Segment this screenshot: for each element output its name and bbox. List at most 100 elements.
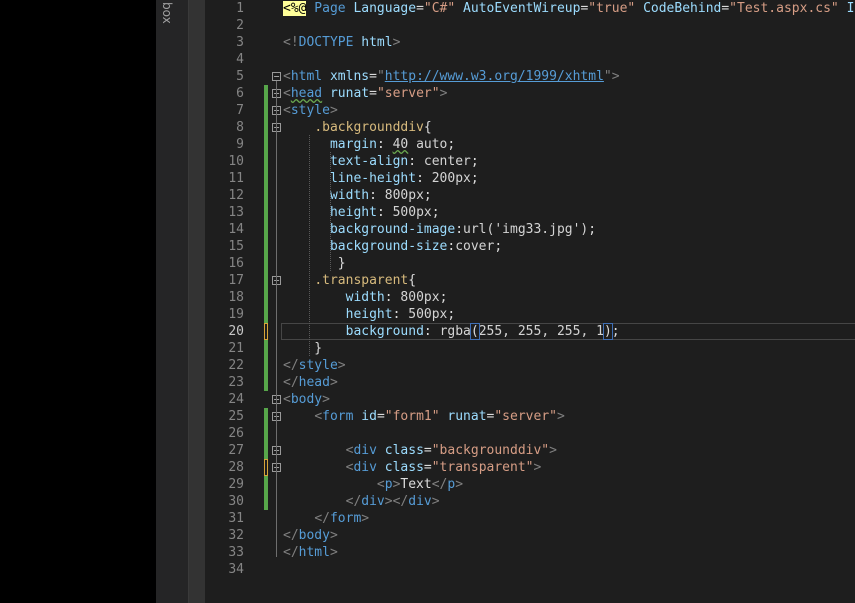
code-line[interactable]: 1 <%@ Page Language="C#" AutoEventWireup=…: [205, 0, 855, 17]
code-line[interactable]: 21 }: [205, 340, 855, 357]
code-line[interactable]: 3 <!DOCTYPE html>: [205, 34, 855, 51]
code-text: background: rgba(255, 255, 255, 1);: [345, 323, 620, 340]
code-line[interactable]: 18 width: 800px;: [205, 289, 855, 306]
change-tracking-marker: [264, 119, 268, 136]
code-text: <%@ Page Language="C#" AutoEventWireup="…: [283, 1, 855, 16]
code-text: <div class="transparent">: [345, 460, 542, 475]
line-number: 17: [228, 273, 244, 288]
line-number: 11: [228, 171, 244, 186]
line-number: 32: [228, 528, 244, 543]
line-number: 8: [236, 120, 244, 135]
line-number: 33: [228, 545, 244, 560]
line-number: 13: [228, 205, 244, 220]
code-line[interactable]: 28− <div class="transparent">: [205, 459, 855, 476]
change-tracking-marker: [264, 102, 268, 119]
code-text: <div class="backgrounddiv">: [345, 443, 557, 458]
code-line[interactable]: 6−<head runat="server">: [205, 85, 855, 102]
code-line[interactable]: 20 background: rgba(255, 255, 255, 1);: [205, 323, 855, 340]
line-number: 29: [228, 477, 244, 492]
code-line[interactable]: 7−<style>: [205, 102, 855, 119]
change-tracking-marker: [264, 493, 268, 510]
line-number: 5: [236, 69, 244, 84]
change-tracking-marker: [264, 85, 268, 102]
code-line[interactable]: 9 margin: 40 auto;: [205, 136, 855, 153]
change-tracking-marker: [264, 374, 268, 391]
code-text: background-size:cover;: [329, 239, 503, 254]
code-text: <form id="form1" runat="server">: [314, 409, 565, 424]
line-number: 28: [228, 460, 244, 475]
line-number: 10: [228, 154, 244, 169]
code-line[interactable]: 25− <form id="form1" runat="server">: [205, 408, 855, 425]
toolbox-tab-label[interactable]: box: [160, 2, 174, 24]
toolbox-panel-tab[interactable]: [156, 0, 189, 603]
code-line[interactable]: 16 }: [205, 255, 855, 272]
code-line[interactable]: 13 height: 500px;: [205, 204, 855, 221]
code-line[interactable]: 11 line-height: 200px;: [205, 170, 855, 187]
code-line[interactable]: 33 </html>: [205, 544, 855, 561]
code-line[interactable]: 29 <p>Text</p>: [205, 476, 855, 493]
change-tracking-marker: [264, 306, 268, 323]
code-text: <head runat="server">: [283, 86, 448, 101]
code-line[interactable]: 15 background-size:cover;: [205, 238, 855, 255]
code-text: <body>: [283, 392, 330, 407]
editor-indicator-margin: [189, 0, 205, 603]
change-tracking-marker: [264, 255, 268, 272]
code-text: width: 800px;: [345, 290, 448, 305]
code-editor[interactable]: 1 <%@ Page Language="C#" AutoEventWireup=…: [205, 0, 855, 603]
change-tracking-marker: [264, 136, 268, 153]
change-tracking-marker: [264, 221, 268, 238]
code-line[interactable]: 19 height: 500px;: [205, 306, 855, 323]
change-tracking-marker: [264, 238, 268, 255]
code-text: </div></div>: [345, 494, 440, 509]
change-tracking-marker: [264, 459, 268, 476]
code-line[interactable]: 10 text-align: center;: [205, 153, 855, 170]
change-tracking-marker: [264, 323, 268, 340]
change-tracking-marker: [264, 289, 268, 306]
change-tracking-marker: [264, 442, 268, 459]
code-text: text-align: center;: [329, 154, 479, 169]
code-text: .transparent{: [314, 273, 417, 288]
code-line[interactable]: 32 </body>: [205, 527, 855, 544]
code-line[interactable]: 31 </form>: [205, 510, 855, 527]
code-line[interactable]: 12 width: 800px;: [205, 187, 855, 204]
line-number: 27: [228, 443, 244, 458]
code-text: }: [283, 341, 323, 356]
line-number: 15: [228, 239, 244, 254]
code-line[interactable]: 34: [205, 561, 855, 578]
code-text: <html xmlns="http://www.w3.org/1999/xhtm…: [283, 69, 620, 84]
change-tracking-marker: [264, 357, 268, 374]
line-number: 14: [228, 222, 244, 237]
collapse-icon[interactable]: −: [272, 72, 281, 81]
code-line[interactable]: 26: [205, 425, 855, 442]
line-number: 2: [236, 18, 244, 33]
code-text: <style>: [283, 103, 338, 118]
code-text: width: 800px;: [329, 188, 432, 203]
code-line[interactable]: 24−<body>: [205, 391, 855, 408]
change-tracking-marker: [264, 340, 268, 357]
line-number: 1: [236, 1, 244, 16]
code-line[interactable]: 23 </head>: [205, 374, 855, 391]
code-text: </form>: [314, 511, 370, 526]
fold-outline: [276, 472, 277, 506]
code-line[interactable]: 17− .transparent{: [205, 272, 855, 289]
line-number: 16: [228, 256, 244, 271]
code-line[interactable]: 4: [205, 51, 855, 68]
code-text: </html>: [283, 545, 338, 560]
code-line[interactable]: 5 − <html xmlns="http://www.w3.org/1999/xh…: [205, 68, 855, 85]
code-text: <!DOCTYPE html>: [283, 35, 401, 50]
code-line[interactable]: 22 </style>: [205, 357, 855, 374]
code-line[interactable]: 2: [205, 17, 855, 34]
change-tracking-marker: [264, 204, 268, 221]
code-line[interactable]: 14 background-image:url('img33.jpg');: [205, 221, 855, 238]
code-line[interactable]: 8− .backgrounddiv{: [205, 119, 855, 136]
code-line[interactable]: 30 </div></div>: [205, 493, 855, 510]
line-number: 19: [228, 307, 244, 322]
code-line[interactable]: 27− <div class="backgrounddiv">: [205, 442, 855, 459]
code-text: }: [283, 256, 346, 271]
line-number: 26: [228, 426, 244, 441]
code-text: line-height: 200px;: [329, 171, 479, 186]
fold-outline: [276, 285, 277, 353]
line-number: 18: [228, 290, 244, 305]
line-number: 34: [228, 562, 244, 577]
code-text: </head>: [283, 375, 338, 390]
